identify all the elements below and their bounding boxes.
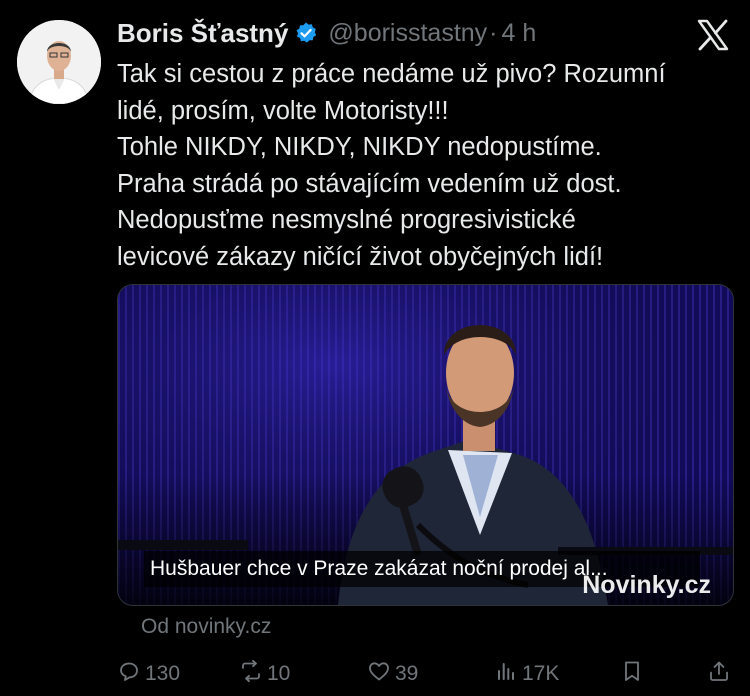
reply-icon	[117, 659, 145, 689]
share-icon	[707, 659, 735, 689]
media-watermark: Novinky.cz	[582, 571, 711, 599]
bookmark-icon	[620, 659, 648, 689]
author-handle[interactable]: @borisstastny	[328, 19, 487, 48]
bookmark-button[interactable]	[620, 656, 648, 692]
views-count: 17K	[522, 662, 560, 685]
views-button[interactable]: 17K	[494, 656, 559, 692]
tweet-line: Praha strádá po stávajícím vedením už do…	[117, 169, 622, 198]
tweet-header: Boris Šťastný @borisstastny · 4 h	[117, 16, 536, 50]
meta-separator: ·	[489, 18, 498, 47]
repost-count: 10	[267, 662, 291, 685]
tweet-line: lidé, prosím, volte Motoristy!!!	[117, 96, 449, 125]
tweet-time[interactable]: 4 h	[502, 19, 537, 48]
tweet-line: Tak si cestou z práce nedáme už pivo? Ro…	[117, 60, 666, 88]
like-icon	[367, 659, 395, 689]
reply-count: 130	[145, 662, 181, 685]
x-logo-icon	[696, 18, 730, 52]
tweet-text: Tak si cestou z práce nedáme už pivo? Ro…	[117, 56, 737, 275]
share-button[interactable]	[707, 656, 735, 692]
link-source[interactable]: Od novinky.cz	[141, 615, 271, 639]
link-card-media[interactable]: Hušbauer chce v Praze zakázat noční prod…	[117, 284, 734, 606]
repost-button[interactable]: 10	[239, 656, 290, 692]
repost-icon	[239, 659, 267, 689]
tweet-line: Tohle NIKDY, NIKDY, NIKDY nedopustíme.	[117, 133, 602, 161]
author-name[interactable]: Boris Šťastný	[117, 18, 288, 49]
views-icon	[494, 659, 522, 689]
like-count: 39	[395, 662, 419, 685]
reply-button[interactable]: 130	[117, 656, 180, 692]
like-button[interactable]: 39	[367, 656, 418, 692]
action-bar: 130 10 39 17K	[117, 656, 737, 692]
tweet-line: Nedopusťme nesmyslné progresivistické	[117, 206, 576, 234]
tweet-line: levicové zákazy ničící život obyčejných …	[117, 242, 604, 271]
verified-badge-icon	[294, 21, 318, 45]
avatar[interactable]	[17, 20, 101, 104]
